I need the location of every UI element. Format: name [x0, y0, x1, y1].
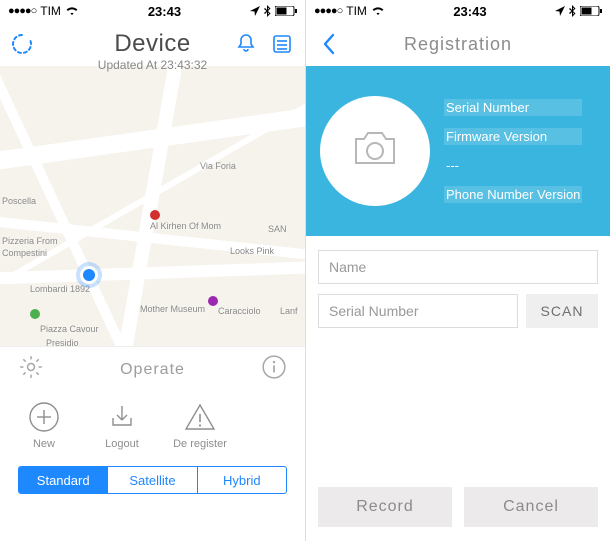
seg-satellite[interactable]: Satellite [107, 467, 196, 493]
carrier-label: TIM [40, 4, 61, 18]
device-screen: ●●●●○ TIM 23:43 Device [0, 0, 305, 541]
signal-dots-icon: ●●●●○ [8, 5, 36, 17]
firmware-value: --- [444, 157, 582, 174]
map-label: Caracciolo [218, 306, 261, 316]
actions-row: New Logout De register [0, 392, 305, 460]
map-label: Via Foria [200, 161, 236, 171]
page-title: Registration [306, 34, 610, 55]
map-label: Poscella [2, 196, 36, 206]
action-label: De register [173, 438, 227, 450]
download-icon [105, 400, 139, 434]
carrier-label: TIM [346, 4, 367, 18]
input-placeholder: Serial Number [329, 303, 418, 319]
status-time: 23:43 [148, 4, 181, 19]
poi-icon [208, 296, 218, 306]
input-placeholder: Name [329, 259, 366, 275]
registration-form: Name Serial Number SCAN [306, 236, 610, 342]
map-label: Piazza Cavour [40, 324, 99, 334]
map-view[interactable]: Via Foria Al Kirhen Of Mom Looks Pink Lo… [0, 66, 305, 346]
serial-input[interactable]: Serial Number [318, 294, 518, 328]
nav-bar: Registration [306, 22, 610, 66]
action-label: New [33, 438, 55, 450]
battery-icon [275, 6, 297, 16]
nav-bar: Device Updated At 23:43:32 [0, 22, 305, 66]
list-icon[interactable] [269, 31, 295, 57]
operate-label: Operate [44, 361, 261, 379]
battery-icon [580, 6, 602, 16]
warning-icon [183, 400, 217, 434]
map-label: Presidio [46, 338, 79, 346]
cancel-button[interactable]: Cancel [464, 487, 598, 527]
name-input[interactable]: Name [318, 250, 598, 284]
seg-standard[interactable]: Standard [19, 467, 107, 493]
map-label: Lombardi 1892 [30, 284, 90, 294]
wifi-icon [371, 6, 385, 16]
status-bar: ●●●●○ TIM 23:43 [306, 0, 610, 22]
camera-icon [350, 129, 400, 174]
registration-header: Serial Number Firmware Version --- Phone… [306, 66, 610, 236]
bell-icon[interactable] [233, 31, 259, 57]
map-label: Pizzeria From [2, 236, 58, 246]
plus-circle-icon [27, 400, 61, 434]
bluetooth-icon [264, 5, 271, 17]
scan-button[interactable]: SCAN [526, 294, 598, 328]
new-button[interactable]: New [14, 400, 74, 450]
avatar-placeholder[interactable] [320, 96, 430, 206]
map-label: Compestini [2, 248, 47, 258]
wifi-icon [65, 6, 79, 16]
bottom-buttons: Record Cancel [318, 487, 598, 527]
map-label: SAN [268, 224, 287, 234]
logout-button[interactable]: Logout [92, 400, 152, 450]
action-label: Logout [105, 438, 139, 450]
map-label: Al Kirhen Of Mom [150, 221, 221, 231]
device-info-labels: Serial Number Firmware Version --- Phone… [444, 99, 582, 203]
back-button[interactable] [316, 31, 342, 57]
map-label: Lanf [280, 306, 298, 316]
bluetooth-icon [569, 5, 576, 17]
map-label: Looks Pink [230, 246, 274, 256]
poi-icon [150, 210, 160, 220]
deregister-button[interactable]: De register [170, 400, 230, 450]
user-location-dot [80, 266, 98, 284]
seg-hybrid[interactable]: Hybrid [197, 467, 286, 493]
operate-row: Operate [0, 346, 305, 392]
signal-dots-icon: ●●●●○ [314, 5, 342, 17]
serial-label: Serial Number [444, 99, 582, 116]
location-arrow-icon [250, 6, 260, 16]
map-type-segmented[interactable]: Standard Satellite Hybrid [18, 466, 287, 494]
phone-version-label: Phone Number Version [444, 186, 582, 203]
location-arrow-icon [555, 6, 565, 16]
info-icon[interactable] [261, 354, 287, 385]
firmware-label: Firmware Version [444, 128, 582, 145]
refresh-icon[interactable] [10, 32, 34, 56]
status-time: 23:43 [453, 4, 486, 19]
status-bar: ●●●●○ TIM 23:43 [0, 0, 305, 22]
poi-icon [30, 309, 40, 319]
map-label: Mother Museum [140, 304, 205, 314]
registration-screen: ●●●●○ TIM 23:43 Registration [305, 0, 610, 541]
gear-icon[interactable] [18, 354, 44, 385]
record-button[interactable]: Record [318, 487, 452, 527]
